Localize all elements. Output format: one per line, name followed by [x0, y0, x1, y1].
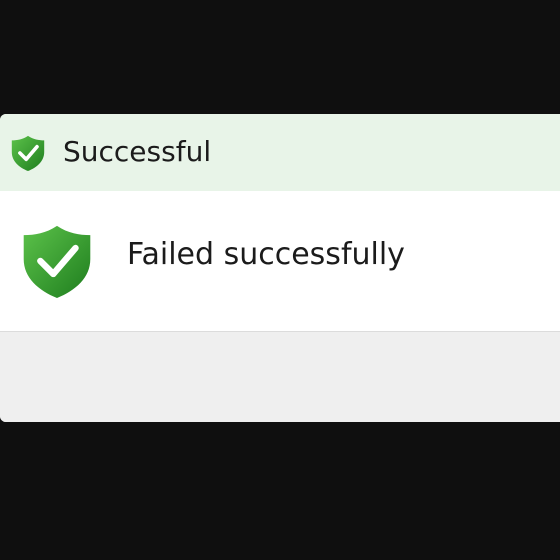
dialog-message: Failed successfully — [127, 237, 405, 272]
dialog-content: Failed successfully — [0, 191, 560, 332]
shield-check-icon — [10, 134, 46, 172]
dialog-title: Successful — [63, 135, 212, 168]
shield-check-icon — [20, 222, 94, 300]
security-dialog: Successful Failed successfully — [0, 114, 560, 422]
dialog-footer — [0, 332, 560, 422]
dialog-title-bar: Successful — [0, 114, 560, 191]
screen-backdrop: Successful Failed successfully — [0, 0, 560, 560]
